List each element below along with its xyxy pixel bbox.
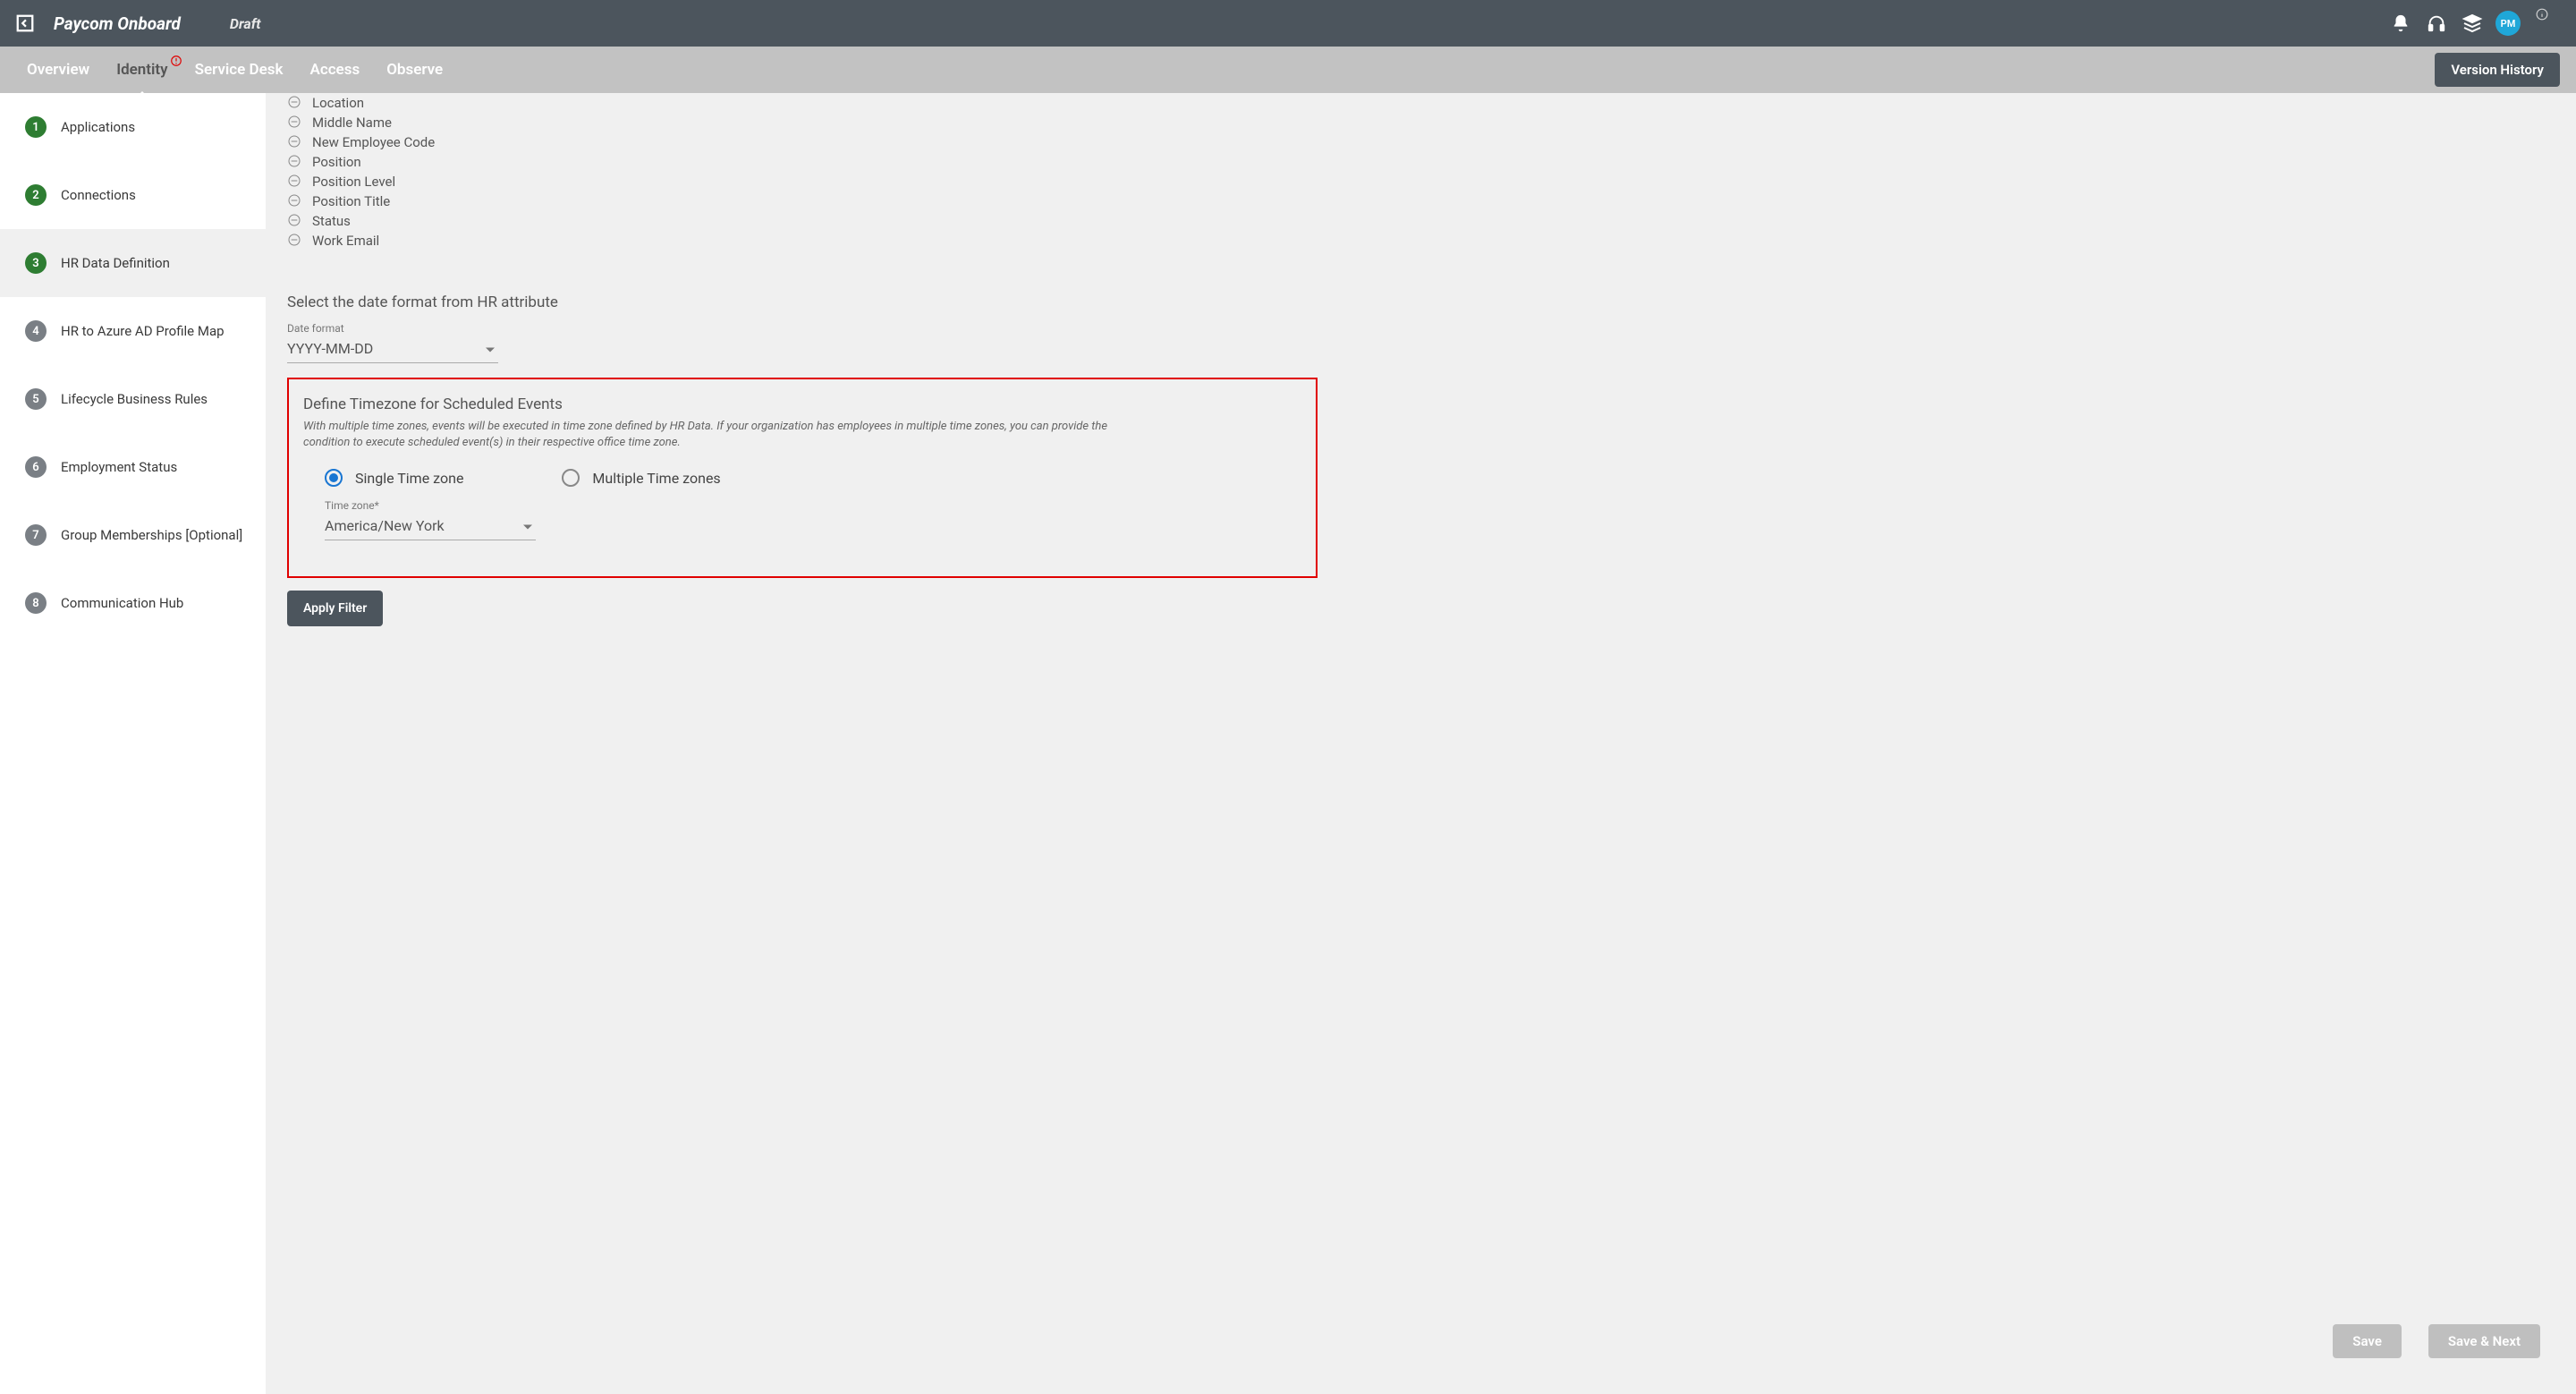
attribute-name: Location	[312, 95, 364, 111]
chevron-down-icon	[523, 524, 532, 529]
save-next-button[interactable]: Save & Next	[2428, 1324, 2540, 1358]
step-badge: 8	[25, 592, 47, 614]
timezone-section: Define Timezone for Scheduled Events Wit…	[287, 378, 1318, 578]
attribute-name: Work Email	[312, 233, 379, 249]
avatar[interactable]: PM	[2496, 11, 2521, 36]
footer-buttons: Save Save & Next	[2333, 1324, 2540, 1358]
attribute-name: Position Level	[312, 174, 395, 190]
radio-single-timezone[interactable]: Single Time zone	[325, 469, 463, 487]
app-title: Paycom Onboard	[54, 13, 181, 34]
list-item: Middle Name	[287, 113, 1318, 132]
apply-filter-button[interactable]: Apply Filter	[287, 591, 383, 626]
list-item: Location	[287, 93, 1318, 113]
list-item: Position	[287, 152, 1318, 172]
step-badge: 4	[25, 320, 47, 342]
step-label: Employment Status	[61, 459, 177, 475]
list-item: Position Level	[287, 172, 1318, 191]
tab-overview[interactable]: Overview	[16, 48, 100, 91]
step-badge: 5	[25, 388, 47, 410]
timezone-title: Define Timezone for Scheduled Events	[303, 395, 1301, 413]
sidebar-step-employment-status[interactable]: 6 Employment Status	[0, 433, 266, 501]
attribute-name: Middle Name	[312, 115, 392, 131]
list-item: New Employee Code	[287, 132, 1318, 152]
step-label: Lifecycle Business Rules	[61, 391, 208, 407]
step-label: Communication Hub	[61, 595, 183, 611]
step-label: HR Data Definition	[61, 255, 170, 271]
radio-label: Single Time zone	[355, 470, 463, 487]
version-history-button[interactable]: Version History	[2435, 53, 2560, 87]
radio-multiple-timezones[interactable]: Multiple Time zones	[562, 469, 720, 487]
sidebar-step-lifecycle-rules[interactable]: 5 Lifecycle Business Rules	[0, 365, 266, 433]
date-format-label: Date format	[287, 322, 1318, 335]
sidebar-step-hr-data-definition[interactable]: 3 HR Data Definition	[0, 229, 266, 297]
info-icon[interactable]	[2526, 0, 2558, 30]
attribute-list: Location Middle Name New Employee Code P…	[287, 93, 1318, 251]
step-label: Connections	[61, 187, 136, 203]
remove-icon[interactable]	[287, 134, 303, 150]
step-label: Applications	[61, 119, 135, 135]
sidebar-step-applications[interactable]: 1 Applications	[0, 93, 266, 161]
sidebar-step-group-memberships[interactable]: 7 Group Memberships [Optional]	[0, 501, 266, 569]
main-panel: Location Middle Name New Employee Code P…	[266, 93, 2576, 1394]
sidebar-step-hr-azure-map[interactable]: 4 HR to Azure AD Profile Map	[0, 297, 266, 365]
step-badge: 3	[25, 252, 47, 274]
remove-icon[interactable]	[287, 154, 303, 170]
chevron-down-icon	[486, 347, 495, 352]
step-badge: 2	[25, 184, 47, 206]
remove-icon[interactable]	[287, 174, 303, 190]
timezone-description: With multiple time zones, events will be…	[303, 419, 1144, 451]
radio-label: Multiple Time zones	[592, 470, 720, 487]
timezone-value: America/New York	[325, 517, 445, 534]
timezone-field-label: Time zone*	[325, 499, 1301, 512]
step-badge: 6	[25, 456, 47, 478]
remove-icon[interactable]	[287, 95, 303, 111]
bell-icon[interactable]	[2385, 7, 2417, 39]
date-format-value: YYYY-MM-DD	[287, 340, 373, 357]
attribute-name: Position Title	[312, 193, 390, 209]
step-label: HR to Azure AD Profile Map	[61, 323, 225, 339]
step-label: Group Memberships [Optional]	[61, 527, 242, 543]
radio-icon	[325, 469, 343, 487]
date-format-select[interactable]: YYYY-MM-DD	[287, 336, 498, 363]
tab-observe[interactable]: Observe	[376, 48, 453, 91]
list-item: Status	[287, 211, 1318, 231]
remove-icon[interactable]	[287, 193, 303, 209]
step-badge: 1	[25, 116, 47, 138]
remove-icon[interactable]	[287, 213, 303, 229]
draft-status: Draft	[230, 15, 261, 32]
alert-icon	[170, 54, 182, 66]
step-badge: 7	[25, 524, 47, 546]
app-header: Paycom Onboard Draft PM	[0, 0, 2576, 47]
attribute-name: Status	[312, 213, 351, 229]
save-button[interactable]: Save	[2333, 1324, 2402, 1358]
tab-access[interactable]: Access	[299, 48, 370, 91]
date-format-heading: Select the date format from HR attribute	[287, 293, 1318, 311]
headphones-icon[interactable]	[2420, 7, 2453, 39]
back-icon[interactable]	[7, 5, 43, 41]
remove-icon[interactable]	[287, 115, 303, 131]
sidebar-step-communication-hub[interactable]: 8 Communication Hub	[0, 569, 266, 637]
attribute-name: New Employee Code	[312, 134, 435, 150]
sidebar: 1 Applications 2 Connections 3 HR Data D…	[0, 93, 266, 1394]
radio-icon	[562, 469, 580, 487]
attribute-name: Position	[312, 154, 361, 170]
tab-identity-label: Identity	[116, 61, 167, 79]
stack-icon[interactable]	[2456, 7, 2488, 39]
remove-icon[interactable]	[287, 233, 303, 249]
sidebar-step-connections[interactable]: 2 Connections	[0, 161, 266, 229]
tab-identity[interactable]: Identity	[106, 48, 178, 91]
list-item: Work Email	[287, 231, 1318, 251]
timezone-select[interactable]: America/New York	[325, 514, 536, 540]
list-item: Position Title	[287, 191, 1318, 211]
tab-bar: Overview Identity Service Desk Access Ob…	[0, 47, 2576, 93]
tab-service-desk[interactable]: Service Desk	[184, 48, 294, 91]
